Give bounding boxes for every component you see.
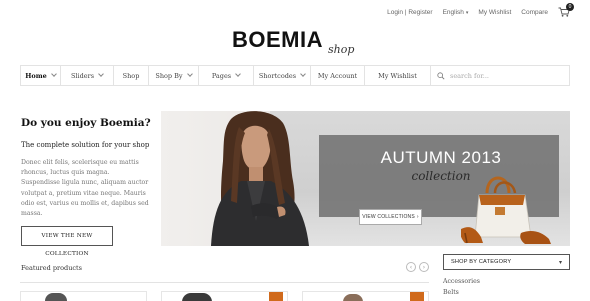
promo-body-text: Donec elit felis, scelerisque eu mattis …: [21, 159, 149, 218]
carousel-controls: ‹ ›: [406, 262, 429, 272]
nav-item-shop[interactable]: Shop: [114, 66, 149, 85]
search-icon[interactable]: [437, 71, 445, 80]
nav-item-shortcodes[interactable]: Shortcodes: [254, 66, 311, 85]
banner-title: AUTUMN 2013: [380, 148, 502, 167]
search-input[interactable]: [450, 71, 560, 80]
site-logo[interactable]: BOEMIA shop: [232, 27, 354, 57]
hero-banner[interactable]: AUTUMN 2013 collection VIEW COLLECTIONS ›: [161, 111, 570, 246]
promo-heading: Do you enjoy Boemia?: [21, 117, 151, 129]
chevron-down-icon: [186, 71, 193, 77]
chevron-down-icon: ▾: [558, 258, 562, 266]
chevron-right-icon: ›: [416, 214, 419, 220]
nav-item-label: My Wishlist: [378, 71, 417, 80]
view-new-collection-button[interactable]: VIEW THE NEW COLLECTION: [21, 226, 113, 257]
carousel-next-button[interactable]: ›: [419, 262, 429, 272]
nav-item-label: Pages: [211, 71, 232, 80]
category-dropdown-label: SHOP BY CATEGORY: [451, 259, 512, 265]
language-label: English: [442, 8, 464, 16]
nav-item-shop-by[interactable]: Shop By: [149, 66, 199, 85]
login-register-link[interactable]: Login | Register: [387, 9, 432, 16]
compare-link[interactable]: Compare: [521, 9, 548, 16]
main-navigation: Home Sliders Shop Shop By Pages Shortcod…: [20, 65, 570, 86]
chevron-down-icon: [235, 71, 241, 77]
top-links: Login | Register English ▾ My Wishlist Co…: [387, 3, 574, 18]
promo-subheading: The complete solution for your shop: [21, 141, 150, 149]
nav-item-home[interactable]: Home: [21, 66, 61, 85]
divider: [20, 282, 429, 283]
chevron-down-icon: ▾: [465, 9, 469, 16]
handbag-and-shoes-photo: [461, 176, 551, 244]
category-item-belts[interactable]: Belts: [443, 289, 459, 296]
model-photo: [211, 111, 309, 246]
nav-item-label: Shop By: [155, 71, 183, 80]
chevron-down-icon: [50, 71, 57, 77]
carousel-prev-button[interactable]: ‹: [406, 262, 416, 272]
shop-by-category-dropdown[interactable]: SHOP BY CATEGORY ▾: [443, 254, 570, 270]
cart-count-badge: 0: [566, 3, 574, 11]
logo-wordmark: BOEMIA: [232, 27, 323, 52]
nav-search: [431, 66, 569, 85]
chevron-down-icon: [300, 71, 306, 77]
nav-item-label: Shortcodes: [258, 71, 297, 80]
featured-products-heading: Featured products: [21, 264, 82, 272]
nav-item-label: Home: [25, 71, 47, 80]
view-collections-label: VIEW COLLECTIONS: [362, 214, 415, 220]
nav-item-label: Sliders: [70, 71, 95, 80]
nav-item-sliders[interactable]: Sliders: [61, 66, 114, 85]
nav-item-pages[interactable]: Pages: [199, 66, 254, 85]
chevron-down-icon: [98, 71, 104, 77]
view-collections-button[interactable]: VIEW COLLECTIONS ›: [359, 209, 422, 225]
nav-item-label: My Account: [317, 71, 358, 80]
nav-item-my-wishlist[interactable]: My Wishlist: [365, 66, 431, 85]
top-wishlist-link[interactable]: My Wishlist: [478, 9, 511, 16]
category-item-accessories[interactable]: Accessories: [443, 278, 480, 285]
cart-button[interactable]: 0: [558, 3, 574, 17]
nav-item-label: Shop: [122, 71, 140, 80]
nav-item-my-account[interactable]: My Account: [311, 66, 365, 85]
language-selector[interactable]: English ▾: [443, 9, 469, 16]
logo-subtitle: shop: [328, 43, 355, 56]
